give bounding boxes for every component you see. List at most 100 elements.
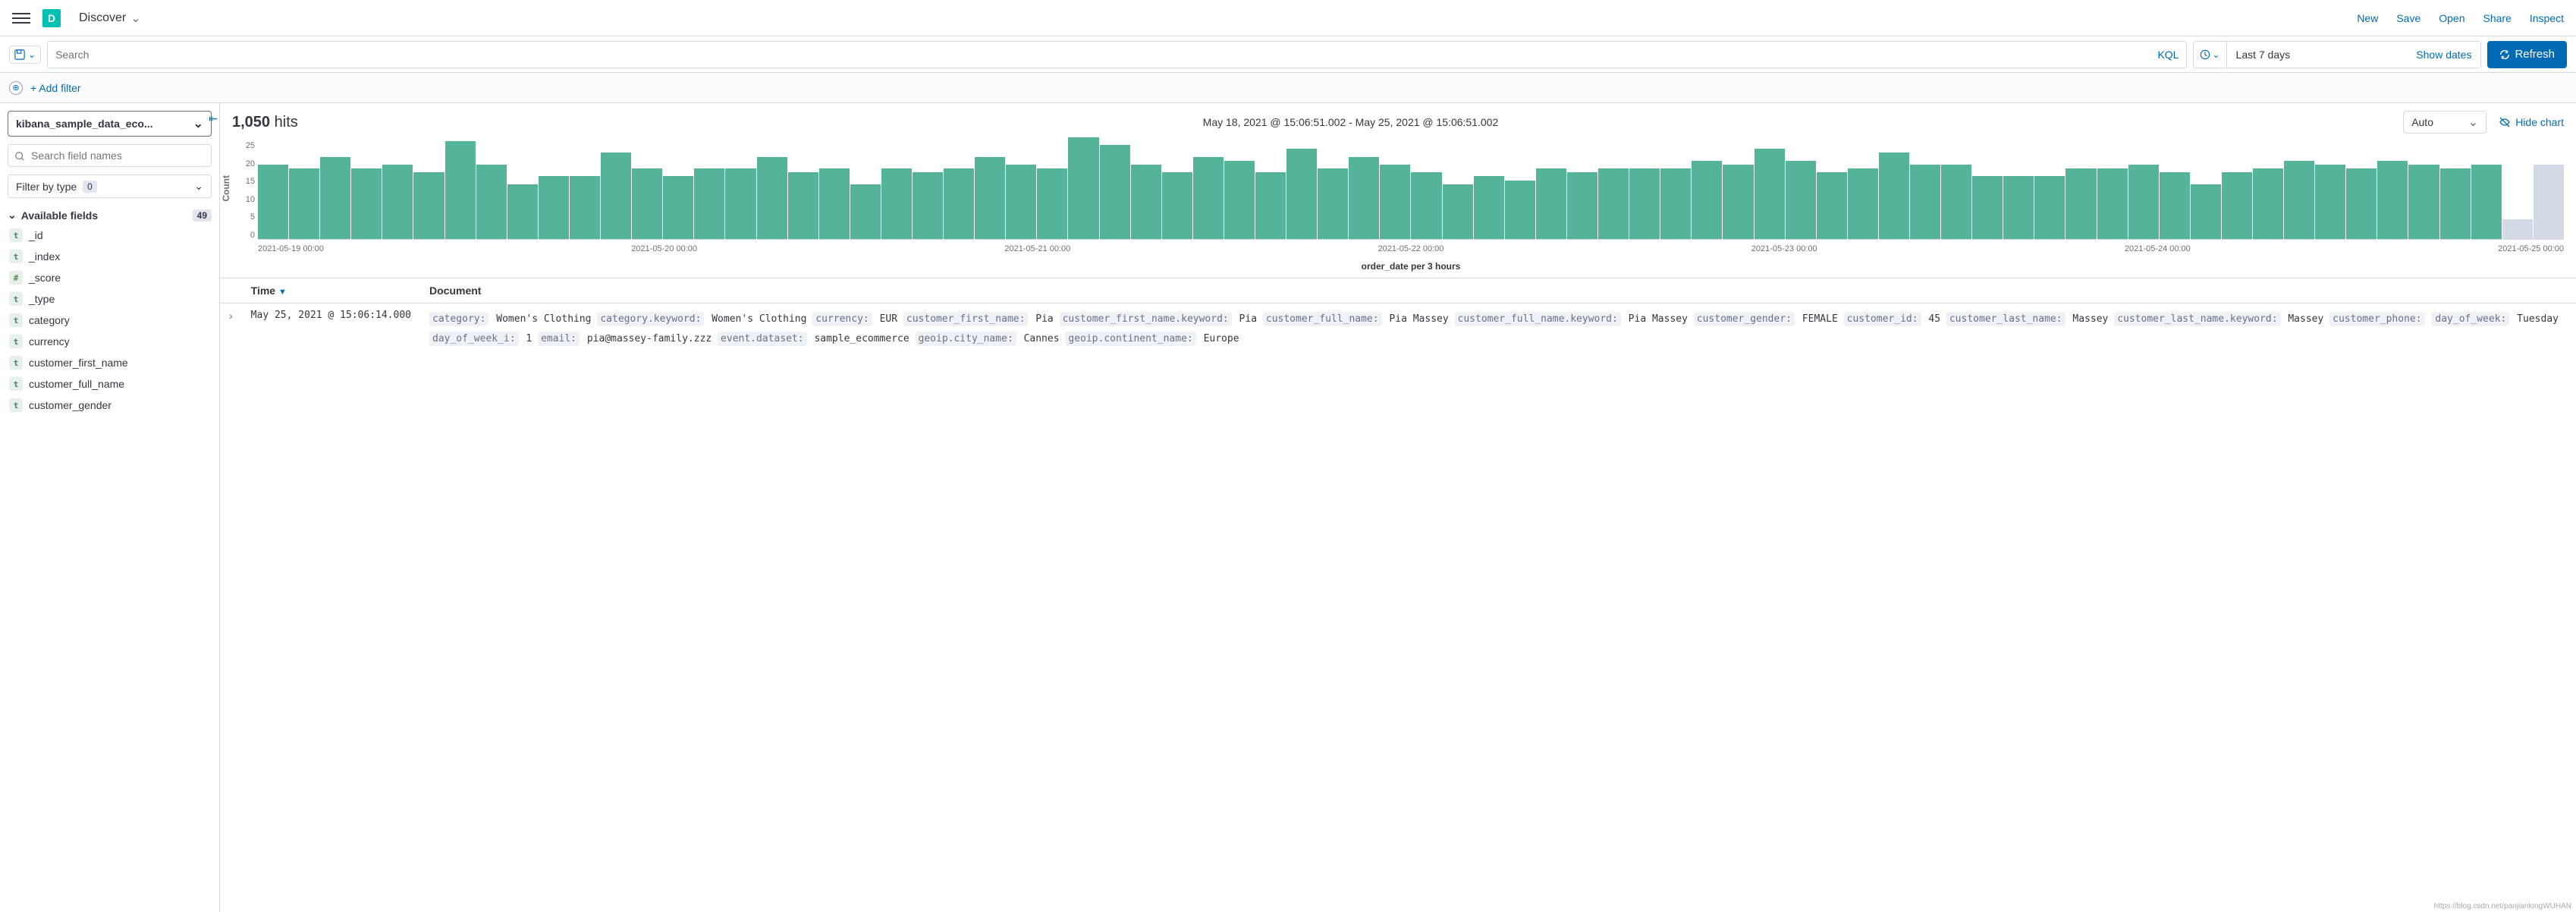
show-dates-button[interactable]: Show dates: [2407, 49, 2480, 61]
chart-bar[interactable]: [2408, 165, 2439, 239]
chart-bar[interactable]: [445, 141, 476, 239]
search-box[interactable]: KQL: [47, 41, 2187, 68]
chart-bar[interactable]: [2034, 176, 2065, 239]
field-item[interactable]: tcustomer_first_name: [8, 352, 212, 373]
chart-bar[interactable]: [913, 172, 943, 239]
saved-queries-button[interactable]: ⌄: [9, 46, 41, 64]
chart-bar[interactable]: [2128, 165, 2159, 239]
share-link[interactable]: Share: [2483, 12, 2512, 24]
chart-bar[interactable]: [944, 168, 974, 239]
field-item[interactable]: #_score: [8, 267, 212, 288]
chart-bar[interactable]: [2003, 176, 2034, 239]
expand-row-icon[interactable]: ›: [220, 303, 242, 356]
chart-bar[interactable]: [632, 168, 662, 239]
filter-menu-icon[interactable]: ⊕: [9, 81, 23, 95]
menu-icon[interactable]: [12, 9, 30, 27]
chart-bar[interactable]: [601, 153, 631, 239]
chart-bar[interactable]: [2222, 172, 2252, 239]
quick-select-button[interactable]: ⌄: [2194, 42, 2226, 68]
chart-bar[interactable]: [850, 184, 881, 239]
chart-bar[interactable]: [881, 168, 912, 239]
chart-bar[interactable]: [2253, 168, 2283, 239]
field-item[interactable]: tcategory: [8, 310, 212, 331]
chart-bar[interactable]: [1567, 172, 1597, 239]
chart-bar[interactable]: [2160, 172, 2190, 239]
chart-bar[interactable]: [1817, 172, 1847, 239]
chart-bar[interactable]: [1162, 172, 1192, 239]
chart-bar[interactable]: [2377, 161, 2408, 239]
chart-bar[interactable]: [1193, 157, 1224, 239]
field-item[interactable]: t_id: [8, 225, 212, 246]
chart-bar[interactable]: [539, 176, 569, 239]
document-header[interactable]: Document: [420, 278, 2576, 303]
chart-bar[interactable]: [757, 157, 787, 239]
interval-select[interactable]: Auto: [2403, 111, 2486, 134]
chart-bar[interactable]: [1598, 168, 1629, 239]
field-search[interactable]: [8, 144, 212, 167]
index-pattern-select[interactable]: kibana_sample_data_eco...: [8, 111, 212, 137]
chart-bar[interactable]: [1068, 137, 1098, 239]
search-input[interactable]: [55, 49, 2157, 61]
doc-table-area[interactable]: Time ▼ Document › May 25, 2021 @ 15:06:1…: [220, 278, 2576, 912]
time-picker[interactable]: ⌄ Last 7 days Show dates: [2193, 41, 2481, 68]
chart-bar[interactable]: [1692, 161, 1722, 239]
chart-bar[interactable]: [1474, 176, 1504, 239]
chart-bar[interactable]: [1380, 165, 1410, 239]
chart-bar[interactable]: [1786, 161, 1816, 239]
chart-bar[interactable]: [725, 168, 756, 239]
new-link[interactable]: New: [2357, 12, 2378, 24]
chart-bar[interactable]: [1349, 157, 1379, 239]
chart-bar[interactable]: [1131, 165, 1161, 239]
time-header[interactable]: Time ▼: [242, 278, 420, 303]
chart-bar[interactable]: [570, 176, 600, 239]
chart-bar[interactable]: [2284, 161, 2314, 239]
refresh-button[interactable]: Refresh: [2487, 41, 2567, 68]
chart-bar[interactable]: [1286, 149, 1317, 239]
chart-bar[interactable]: [663, 176, 693, 239]
filter-by-type[interactable]: Filter by type 0 ⌄: [8, 175, 212, 198]
chart-bar[interactable]: [258, 165, 288, 239]
chart-bar[interactable]: [1006, 165, 1036, 239]
chart-bar[interactable]: [1879, 153, 1909, 239]
chart-bar[interactable]: [1255, 172, 1286, 239]
chart-bar[interactable]: [2097, 168, 2128, 239]
chart-bar[interactable]: [2440, 168, 2471, 239]
available-fields-header[interactable]: ⌄ Available fields 49: [8, 206, 212, 225]
chart-bar[interactable]: [1660, 168, 1691, 239]
chart-bar[interactable]: [1972, 176, 2003, 239]
inspect-link[interactable]: Inspect: [2530, 12, 2564, 24]
chart-bar[interactable]: [1941, 165, 1971, 239]
chart-bar[interactable]: [320, 157, 350, 239]
chart-bar[interactable]: [694, 168, 724, 239]
add-filter-button[interactable]: + Add filter: [30, 82, 81, 94]
chart-bar[interactable]: [1505, 181, 1535, 239]
save-link[interactable]: Save: [2396, 12, 2420, 24]
table-row[interactable]: › May 25, 2021 @ 15:06:14.000 category: …: [220, 303, 2576, 356]
field-item[interactable]: tcustomer_gender: [8, 395, 212, 416]
histogram-chart[interactable]: Count 2520151050 2021-05-19 00:002021-05…: [220, 141, 2576, 278]
chart-bar[interactable]: [2346, 168, 2377, 239]
chart-bar[interactable]: [975, 157, 1005, 239]
chart-bar[interactable]: [1755, 149, 1785, 239]
chart-bar[interactable]: [1100, 145, 1130, 239]
chart-bar-partial[interactable]: [2502, 219, 2533, 239]
chart-bar[interactable]: [1536, 168, 1566, 239]
chart-bar[interactable]: [382, 165, 413, 239]
chart-bar[interactable]: [1629, 168, 1660, 239]
chart-bar[interactable]: [1723, 165, 1753, 239]
app-badge[interactable]: D: [42, 9, 61, 27]
chart-bar[interactable]: [788, 172, 818, 239]
chart-bar[interactable]: [1224, 161, 1255, 239]
hide-chart-button[interactable]: Hide chart: [2499, 116, 2564, 128]
chart-bar[interactable]: [1318, 168, 1348, 239]
chart-bar[interactable]: [2471, 165, 2502, 239]
app-title[interactable]: Discover ⌄: [79, 11, 141, 26]
field-item[interactable]: tcustomer_full_name: [8, 373, 212, 395]
chart-bar[interactable]: [289, 168, 319, 239]
open-link[interactable]: Open: [2439, 12, 2464, 24]
chart-bar[interactable]: [1848, 168, 1878, 239]
chart-bar[interactable]: [819, 168, 850, 239]
chart-bar[interactable]: [1443, 184, 1473, 239]
chart-bar[interactable]: [2066, 168, 2096, 239]
chart-bar[interactable]: [1037, 168, 1067, 239]
